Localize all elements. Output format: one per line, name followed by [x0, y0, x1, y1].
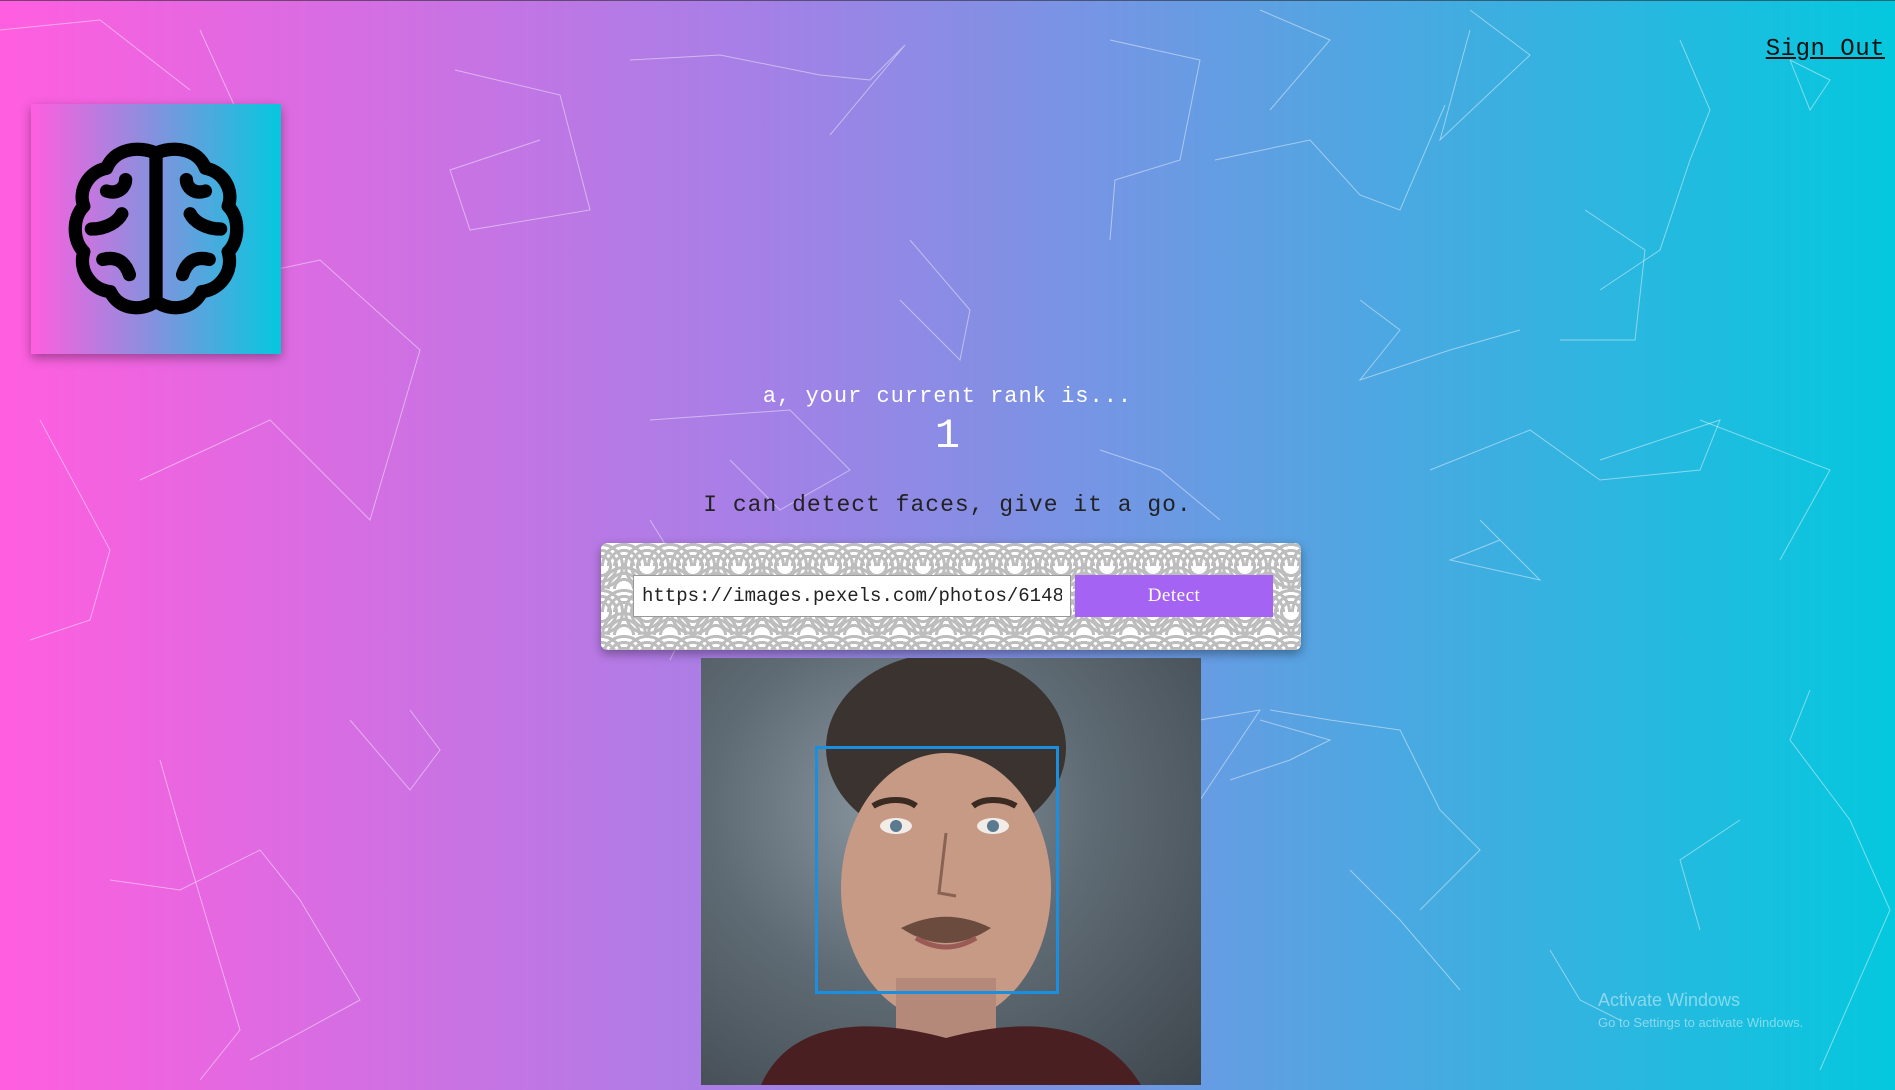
- face-image: [701, 658, 1201, 1085]
- logo: [31, 104, 281, 354]
- rank-message: a, your current rank is...: [762, 384, 1133, 409]
- watermark-title: Activate Windows: [1598, 990, 1741, 1010]
- sign-out-link[interactable]: Sign Out: [1766, 36, 1885, 63]
- windows-activation-watermark: Activate Windows Go to Settings to activ…: [1598, 990, 1803, 1030]
- rank-value: 1: [934, 412, 961, 460]
- face-bounding-box: [815, 746, 1059, 994]
- image-url-input[interactable]: [633, 575, 1071, 617]
- intro-text: I can detect faces, give it a go.: [703, 492, 1192, 518]
- detect-button[interactable]: Detect: [1075, 575, 1273, 617]
- brain-icon: [68, 142, 244, 315]
- image-link-form: Detect: [601, 543, 1301, 650]
- watermark-subtitle: Go to Settings to activate Windows.: [1598, 1015, 1804, 1030]
